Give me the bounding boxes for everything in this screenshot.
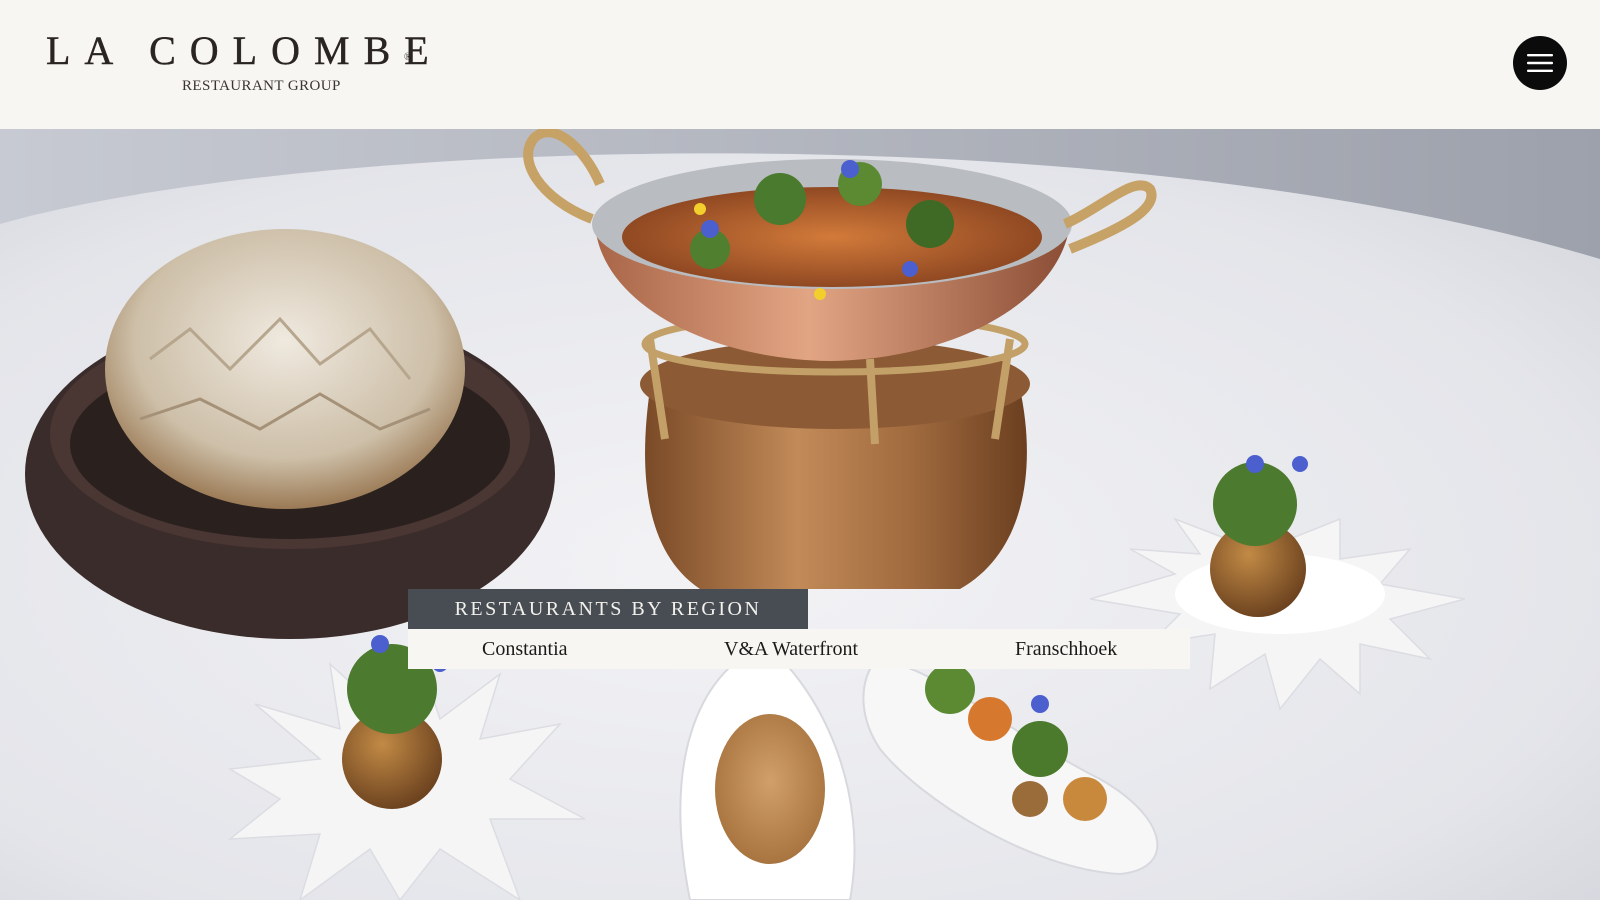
logo-registered-mark: ® [404, 52, 412, 63]
menu-button[interactable] [1513, 36, 1567, 90]
plated-dishes-photo [0, 129, 1600, 900]
hamburger-menu-icon [1527, 54, 1553, 72]
region-links-bar: Constantia V&A Waterfront Franschhoek [408, 629, 1190, 669]
hero-section: RESTAURANTS BY REGION Constantia V&A Wat… [0, 129, 1600, 900]
brand-logo[interactable]: LA COLOMBE ® RESTAURANT GROUP [46, 28, 443, 94]
region-panel-title: RESTAURANTS BY REGION [408, 589, 808, 629]
restaurants-by-region-panel: RESTAURANTS BY REGION Constantia V&A Wat… [408, 589, 1190, 669]
site-header: LA COLOMBE ® RESTAURANT GROUP [0, 0, 1600, 129]
logo-subtitle: RESTAURANT GROUP [182, 78, 341, 94]
logo-wordmark: LA COLOMBE [46, 28, 443, 73]
region-link-va-waterfront[interactable]: V&A Waterfront [724, 629, 858, 669]
region-link-franschhoek[interactable]: Franschhoek [1015, 629, 1117, 669]
region-link-constantia[interactable]: Constantia [482, 629, 568, 669]
